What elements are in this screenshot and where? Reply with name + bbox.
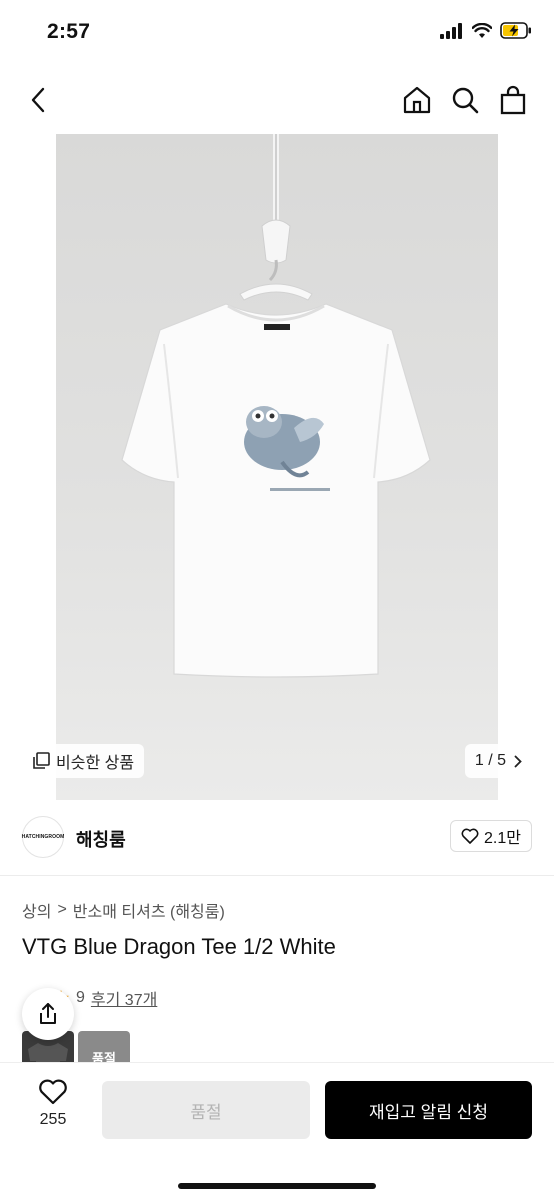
home-button[interactable]	[399, 82, 435, 118]
breadcrumb-separator: >	[57, 901, 67, 918]
heart-icon	[461, 828, 479, 844]
review-link[interactable]: 후기 37개	[91, 986, 157, 1010]
breadcrumb-category[interactable]: 상의	[22, 898, 51, 922]
similar-icon	[33, 752, 50, 769]
wishlist-count: 255	[39, 1111, 67, 1128]
image-counter-text: 1 / 5	[474, 752, 506, 769]
product-photo	[56, 134, 498, 800]
back-button[interactable]	[20, 82, 56, 118]
image-counter[interactable]: 1 / 5	[464, 744, 532, 778]
chevron-right-icon	[514, 755, 522, 767]
search-button[interactable]	[447, 82, 483, 118]
restock-alert-button[interactable]: 재입고 알림 신청	[325, 1081, 532, 1139]
breadcrumb-subcategory[interactable]: 반소매 티셔츠 (해칭룸)	[73, 898, 225, 922]
soldout-button: 품절	[102, 1081, 310, 1139]
brand-like-button[interactable]: 2.1만	[450, 820, 532, 852]
nav-bar	[0, 66, 554, 134]
product-image-carousel[interactable]: 비슷한 상품 1 / 5	[0, 134, 554, 800]
wishlist-button[interactable]: 255	[22, 1079, 84, 1149]
search-icon	[452, 87, 479, 114]
home-icon	[403, 86, 431, 114]
signal-icon	[440, 22, 462, 39]
share-icon	[40, 1003, 56, 1024]
shopping-bag-icon	[500, 85, 526, 115]
tshirt-on-hanger-image	[121, 134, 431, 678]
cart-button[interactable]	[495, 82, 531, 118]
brand-logo-text: HATCHINGROOM	[21, 834, 65, 840]
home-indicator	[178, 1183, 376, 1189]
similar-products-button[interactable]: 비슷한 상품	[22, 744, 145, 778]
rating-value: 9	[76, 989, 85, 1006]
brand-row[interactable]: HATCHINGROOM 해칭룸 2.1만	[0, 800, 554, 876]
heart-outline-icon	[39, 1079, 67, 1105]
share-button[interactable]	[22, 988, 74, 1040]
breadcrumb: 상의 > 반소매 티셔츠 (해칭룸)	[22, 898, 225, 922]
status-bar: 2:57	[0, 0, 554, 66]
wifi-icon	[472, 22, 492, 38]
status-icons	[440, 22, 532, 39]
battery-charging-icon	[500, 22, 531, 39]
similar-products-label: 비슷한 상품	[56, 755, 135, 772]
status-time: 2:57	[47, 20, 91, 43]
product-title: VTG Blue Dragon Tee 1/2 White	[22, 934, 336, 959]
bottom-action-bar: 255 품절 재입고 알림 신청	[0, 1062, 554, 1200]
brand-name[interactable]: 해칭룸	[76, 826, 126, 852]
brand-logo[interactable]: HATCHINGROOM	[22, 816, 64, 858]
back-chevron-icon	[31, 87, 45, 113]
brand-like-count: 2.1만	[484, 830, 521, 847]
